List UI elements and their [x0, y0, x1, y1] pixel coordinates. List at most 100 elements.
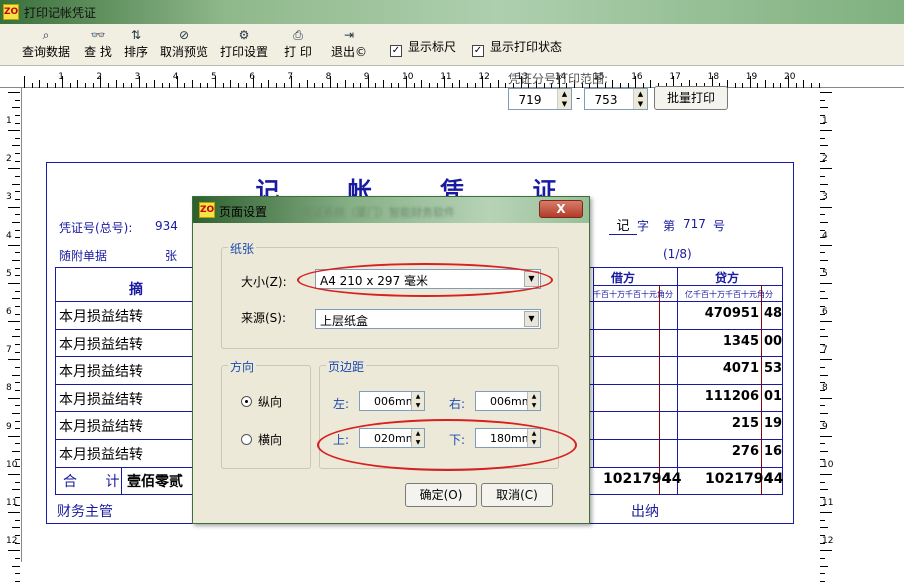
dialog-titlebar[interactable]: ZO 页面设置 凭证系统（厦门）智能财务软件 X — [193, 197, 589, 223]
exit-button[interactable]: ⇥ 退出© — [326, 26, 372, 64]
ruler-tick — [820, 527, 828, 529]
ruler-minor-tick — [283, 83, 285, 88]
amount-subheader-divider — [593, 285, 783, 286]
ruler-tick — [12, 183, 20, 185]
sort-label: 排序 — [123, 45, 148, 59]
row-summary: 本月损益结转 — [59, 336, 143, 353]
ruler-tick — [15, 428, 20, 430]
show-print-status-label: 显示打印状态 — [490, 40, 563, 54]
ruler-tick — [820, 451, 828, 453]
ruler-minor-tick — [505, 83, 507, 88]
ruler-number: 6 — [6, 307, 12, 317]
ruler-number: 3 — [822, 192, 828, 203]
show-ruler-checkbox[interactable]: ✓ 显示标尺 — [390, 38, 456, 57]
ruler-tick — [635, 76, 637, 88]
binoculars-icon: 👓 — [90, 28, 106, 42]
ruler-tick — [15, 198, 20, 200]
ruler-minor-tick — [765, 80, 767, 88]
ruler-tick — [15, 267, 20, 269]
horizontal-ruler: 1 2 3 4 5 6 7 8 9 10 11 12 13 14 15 16 17 18 19 20 — [0, 66, 904, 88]
ruler-minor-tick — [69, 83, 71, 88]
ruler-number: 7 — [6, 345, 12, 356]
range-from-spinner[interactable]: 719 ▲ ▼ — [508, 88, 572, 110]
vertical-ruler: 1 2 3 4 5 6 7 8 9 10 11 12 — [0, 88, 22, 582]
summary-amount-divider — [593, 267, 594, 467]
ruler-tick — [15, 382, 20, 384]
dialog-app-icon: ZO — [199, 202, 215, 218]
find-button[interactable]: 👓 查 找 — [80, 26, 116, 64]
ruler-tick — [15, 160, 20, 162]
ruler-minor-tick — [169, 83, 171, 88]
show-print-status-checkbox[interactable]: ✓ 显示打印状态 — [472, 38, 562, 57]
cancel-preview-button[interactable]: ⊘ 取消预览 — [158, 26, 210, 64]
print-settings-button[interactable]: ⚙ 打印设置 — [218, 26, 270, 64]
paper-group-legend: 纸张 — [228, 240, 257, 257]
left-margin-spinner[interactable]: 006mm ▲ ▼ — [359, 391, 425, 411]
range-from-value: 719 — [518, 93, 542, 107]
ruler-tick — [820, 214, 825, 216]
row-summary: 本月损益结转 — [59, 309, 143, 325]
ok-button[interactable]: 确定(O) — [405, 483, 477, 507]
ruler-number: 3 — [6, 192, 12, 203]
cancel-button[interactable]: 取消(C) — [481, 483, 553, 507]
cancel-preview-icon: ⊘ — [178, 28, 190, 42]
right-margin-spinner[interactable]: 006mm ▲ ▼ — [475, 391, 541, 411]
portrait-radio[interactable]: 纵向 — [241, 393, 282, 410]
ruler-number: 18 — [707, 72, 720, 82]
spinner-arrows-icon[interactable]: ▲ ▼ — [411, 392, 424, 410]
ruler-minor-tick — [344, 80, 346, 88]
ruler-minor-tick — [490, 83, 492, 88]
ruler-minor-tick — [85, 83, 87, 88]
finance-supervisor-label: 财务主管 — [57, 504, 113, 520]
ruler-minor-tick — [810, 83, 812, 88]
ruler-minor-tick — [184, 83, 186, 88]
ruler-minor-tick — [268, 80, 270, 88]
row-summary: 本月损益结转 — [59, 364, 143, 381]
ruler-minor-tick — [375, 83, 377, 88]
page-setup-dialog: ZO 页面设置 凭证系统（厦门）智能财务软件 X 纸张 大小(Z): A4 21… — [192, 196, 590, 524]
zi-label: 字 — [637, 219, 650, 233]
ruler-tick — [291, 76, 293, 88]
query-data-button[interactable]: ⌕ 查询数据 — [20, 26, 72, 64]
spinner-arrows-icon[interactable]: ▲ ▼ — [633, 89, 647, 109]
close-button[interactable]: X — [539, 200, 583, 218]
ruler-minor-tick — [77, 80, 79, 88]
total-credit-dec: 44 — [764, 471, 784, 487]
ruler-minor-tick — [474, 83, 476, 88]
ruler-tick — [15, 237, 20, 239]
ruler-minor-tick — [612, 80, 614, 88]
orientation-group-legend: 方向 — [228, 358, 257, 375]
ruler-tick — [820, 328, 825, 330]
ruler-minor-tick — [260, 83, 262, 88]
ruler-tick — [820, 512, 832, 514]
ruler-number: 12 — [822, 536, 834, 547]
ruler-tick — [820, 298, 828, 300]
ruler-number: 8 — [822, 383, 828, 394]
print-button[interactable]: ⎙ 打 印 — [278, 26, 318, 64]
ruler-minor-tick — [780, 83, 782, 88]
ruler-tick — [15, 137, 20, 139]
ruler-tick — [15, 99, 20, 101]
ruler-tick — [12, 374, 20, 376]
print-settings-label: 打印设置 — [219, 45, 268, 59]
ruler-tick — [820, 558, 825, 560]
find-label: 查 找 — [84, 45, 112, 59]
range-to-spinner[interactable]: 753 ▲ ▼ — [584, 88, 648, 110]
ruler-number: 11 — [822, 498, 834, 508]
chevron-down-icon[interactable]: ▼ — [524, 311, 539, 327]
ruler-tick — [444, 76, 446, 88]
spinner-arrows-icon[interactable]: ▲ ▼ — [557, 89, 571, 109]
ruler-number: 5 — [6, 268, 12, 279]
sort-button[interactable]: ⇅ 排序 — [122, 26, 150, 64]
landscape-radio[interactable]: 横向 — [241, 431, 282, 448]
credit-header: 贷方 — [715, 271, 740, 285]
dialog-title-obscured: 凭证系统（厦门）智能财务软件 — [301, 206, 455, 219]
ruler-number: 19 — [745, 72, 758, 82]
di-number: 717 — [683, 217, 706, 231]
credit-digit-header: 亿千百十万千百十元角分 — [685, 290, 773, 299]
ruler-minor-tick — [237, 83, 239, 88]
margins-highlight-ellipse — [317, 419, 577, 471]
paper-source-select[interactable]: 上层纸盒 ▼ — [315, 309, 541, 329]
spinner-arrows-icon[interactable]: ▲ ▼ — [527, 392, 540, 410]
batch-print-button[interactable]: 批量打印 — [654, 86, 728, 110]
